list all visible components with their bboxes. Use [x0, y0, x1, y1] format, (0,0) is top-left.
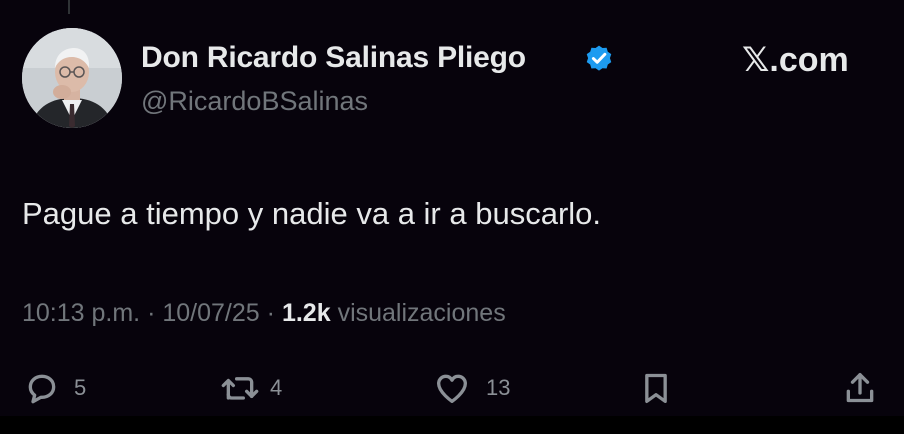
bottom-border	[0, 416, 904, 434]
tweet-date[interactable]: 10/07/25	[162, 299, 259, 327]
author-handle[interactable]: @RicardoBSalinas	[141, 86, 368, 117]
like-button[interactable]: 13	[432, 368, 510, 408]
tweet-text: Pague a tiempo y nadie va a ir a buscarl…	[22, 196, 602, 231]
views-label: visualizaciones	[337, 299, 506, 327]
meta-separator: ·	[147, 299, 156, 327]
verified-badge-icon	[586, 45, 612, 71]
retweet-button[interactable]: 4	[216, 368, 282, 408]
avatar[interactable]	[22, 28, 122, 128]
retweet-count: 4	[270, 375, 283, 400]
retweet-icon	[221, 377, 259, 400]
tweet-meta: 10:13 p.m. · 10/07/25 · 1.2k visualizaci…	[22, 299, 506, 328]
avatar-image	[22, 28, 122, 128]
tweet-time[interactable]: 10:13 p.m.	[22, 299, 140, 327]
like-icon	[437, 374, 467, 403]
bookmark-icon	[645, 373, 667, 403]
views-count: 1.2k	[281, 299, 331, 327]
reply-icon	[28, 374, 56, 404]
author-display-name[interactable]: Don Ricardo Salinas Pliego	[141, 41, 526, 75]
share-button[interactable]	[840, 368, 880, 408]
reply-count: 5	[74, 375, 87, 400]
meta-separator: ·	[266, 299, 275, 327]
tweet-card: Don Ricardo Salinas Pliego @RicardoBSali…	[0, 0, 904, 416]
share-icon	[846, 373, 874, 403]
bookmark-button[interactable]	[636, 368, 676, 408]
x-logo: 𝕏.com	[742, 41, 849, 79]
thread-line	[68, 0, 70, 14]
reply-button[interactable]: 5	[22, 368, 86, 408]
like-count: 13	[486, 375, 511, 400]
